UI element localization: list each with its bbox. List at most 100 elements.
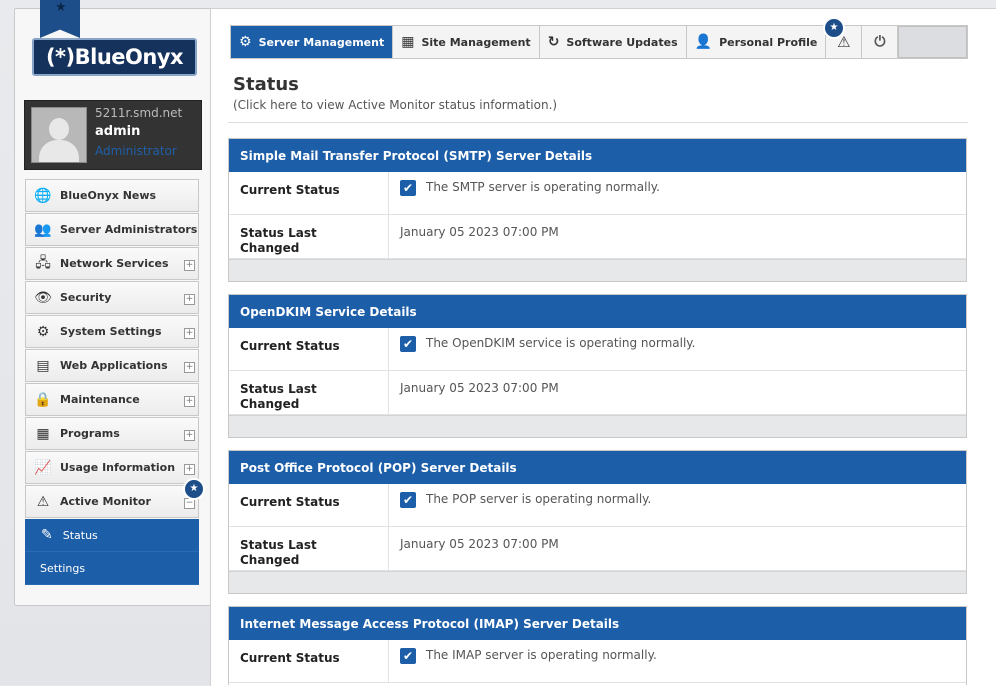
- eye-icon: 👁: [34, 289, 52, 306]
- avatar: [31, 107, 87, 163]
- sidebar-item-label: Active Monitor: [60, 495, 151, 508]
- expand-icon[interactable]: +: [184, 328, 195, 339]
- sidebar-item-usage-information[interactable]: 📈 Usage Information +: [25, 451, 199, 484]
- star-icon: ★: [55, 0, 67, 15]
- expand-icon[interactable]: +: [184, 260, 195, 271]
- gear-icon: ⚙: [239, 34, 252, 50]
- sidebar-item-label: Server Administrators: [60, 223, 198, 236]
- person-icon: 👤: [694, 34, 713, 50]
- status-label: Current Status: [229, 172, 389, 214]
- refresh-icon: ↻: [547, 34, 560, 50]
- changed-value: January 05 2023 07:00 PM: [400, 537, 559, 551]
- status-label: Current Status: [229, 484, 389, 526]
- check-icon: ✔: [400, 492, 416, 508]
- power-icon: ⏻: [874, 34, 886, 50]
- pencil-icon: ✎: [41, 527, 53, 543]
- sidebar-item-label: Maintenance: [60, 393, 140, 406]
- changed-row: Status Last Changed January 05 2023 07:0…: [229, 215, 966, 259]
- card-title: OpenDKIM Service Details: [229, 295, 966, 328]
- tab-bar-filler: [898, 26, 967, 58]
- pop-details-card: Post Office Protocol (POP) Server Detail…: [228, 450, 967, 594]
- sidebar-subitem-label: Status: [62, 528, 98, 542]
- tab-label: Personal Profile: [719, 35, 818, 49]
- status-text: The IMAP server is operating normally.: [426, 648, 657, 662]
- status-value: ✔ The OpenDKIM service is operating norm…: [389, 328, 966, 370]
- check-icon: ✔: [400, 336, 416, 352]
- expand-icon[interactable]: +: [184, 430, 195, 441]
- tab-personal-profile[interactable]: 👤 Personal Profile: [687, 26, 827, 58]
- changed-value: January 05 2023 07:00 PM: [400, 225, 559, 239]
- status-text: The OpenDKIM service is operating normal…: [426, 336, 696, 350]
- imap-details-card: Internet Message Access Protocol (IMAP) …: [228, 606, 967, 685]
- sidebar-item-label: Security: [60, 291, 112, 304]
- status-label: Current Status: [229, 640, 389, 682]
- status-value: ✔ The POP server is operating normally.: [389, 484, 966, 526]
- users-icon: 👥: [34, 221, 52, 238]
- expand-icon[interactable]: +: [184, 464, 195, 475]
- sidebar-item-label: BlueOnyx News: [60, 189, 157, 202]
- changed-value: January 05 2023 07:00 PM: [400, 381, 559, 395]
- user-role-link[interactable]: Administrator: [95, 144, 177, 158]
- tab-site-management[interactable]: ▦ Site Management: [393, 26, 540, 58]
- page-title: Status: [233, 74, 299, 95]
- card-title: Internet Message Access Protocol (IMAP) …: [229, 607, 966, 640]
- status-row: Current Status ✔ The POP server is opera…: [229, 484, 966, 527]
- card-title: Simple Mail Transfer Protocol (SMTP) Ser…: [229, 139, 966, 172]
- chip-icon: ▦: [36, 425, 50, 442]
- sidebar-item-system-settings[interactable]: ⚙ System Settings +: [25, 315, 199, 348]
- changed-label: Status Last Changed: [229, 527, 389, 570]
- sidebar-item-label: System Settings: [60, 325, 162, 338]
- status-value: ✔ The IMAP server is operating normally.: [389, 640, 966, 682]
- lock-icon: 🔒: [34, 391, 52, 408]
- sidebar-subitem-status[interactable]: ✎ Status: [25, 519, 199, 552]
- logout-button[interactable]: ⏻: [862, 26, 899, 58]
- sidebar-item-network-services[interactable]: 🖧 Network Services +: [25, 247, 199, 280]
- sidebar-item-programs[interactable]: ▦ Programs +: [25, 417, 199, 450]
- blueonyx-logo[interactable]: (*)BlueOnyx: [32, 38, 197, 76]
- sidebar-subitem-label: Settings: [40, 561, 86, 575]
- tab-software-updates[interactable]: ↻ Software Updates: [540, 26, 687, 58]
- sidebar-item-server-administrators[interactable]: 👥 Server Administrators: [25, 213, 199, 246]
- chart-icon: 📈: [34, 459, 52, 476]
- status-row: Current Status ✔ The IMAP server is oper…: [229, 640, 966, 683]
- tab-label: Server Management: [258, 35, 385, 49]
- expand-icon[interactable]: +: [184, 396, 195, 407]
- network-icon: 🖧: [35, 254, 51, 271]
- status-label: Current Status: [229, 328, 389, 370]
- notification-badge: ★: [183, 478, 205, 500]
- sidebar-item-security[interactable]: 👁 Security +: [25, 281, 199, 314]
- sidebar-item-maintenance[interactable]: 🔒 Maintenance +: [25, 383, 199, 416]
- tab-server-management[interactable]: ⚙ Server Management: [231, 26, 394, 58]
- active-monitor-link[interactable]: (Click here to view Active Monitor statu…: [233, 98, 557, 112]
- sidebar-item-label: Usage Information: [60, 461, 176, 474]
- server-icon: ▤: [36, 357, 50, 374]
- card-footer: [229, 571, 966, 593]
- sidebar-item-web-applications[interactable]: ▤ Web Applications +: [25, 349, 199, 382]
- opendkim-details-card: OpenDKIM Service Details Current Status …: [228, 294, 967, 438]
- sidebar-item-active-monitor[interactable]: ⚠ Active Monitor −: [25, 485, 199, 518]
- check-icon: ✔: [400, 648, 416, 664]
- user-host: 5211r.smd.net: [95, 106, 183, 120]
- status-value: ✔ The SMTP server is operating normally.: [389, 172, 966, 214]
- card-footer: [229, 415, 966, 437]
- changed-row: Status Last Changed January 05 2023 07:0…: [229, 371, 966, 415]
- tab-label: Site Management: [421, 35, 531, 49]
- card-footer: [229, 259, 966, 281]
- sidebar-subitem-settings[interactable]: Settings: [25, 552, 199, 585]
- status-row: Current Status ✔ The OpenDKIM service is…: [229, 328, 966, 371]
- smtp-details-card: Simple Mail Transfer Protocol (SMTP) Ser…: [228, 138, 967, 282]
- sidebar-item-label: Web Applications: [60, 359, 168, 372]
- sidebar-item-label: Programs: [60, 427, 120, 440]
- logo-text: (*)BlueOnyx: [45, 45, 184, 69]
- status-row: Current Status ✔ The SMTP server is oper…: [229, 172, 966, 215]
- card-title: Post Office Protocol (POP) Server Detail…: [229, 451, 966, 484]
- changed-label: Status Last Changed: [229, 371, 389, 414]
- expand-icon[interactable]: +: [184, 362, 195, 373]
- notification-badge: ★: [823, 17, 845, 39]
- changed-row: Status Last Changed January 05 2023 07:0…: [229, 527, 966, 571]
- sidebar-nav: 🌐 BlueOnyx News 👥 Server Administrators …: [25, 179, 199, 585]
- sidebar-item-blueonyx-news[interactable]: 🌐 BlueOnyx News: [25, 179, 199, 212]
- expand-icon[interactable]: +: [184, 294, 195, 305]
- check-icon: ✔: [400, 180, 416, 196]
- user-name: admin: [95, 124, 141, 139]
